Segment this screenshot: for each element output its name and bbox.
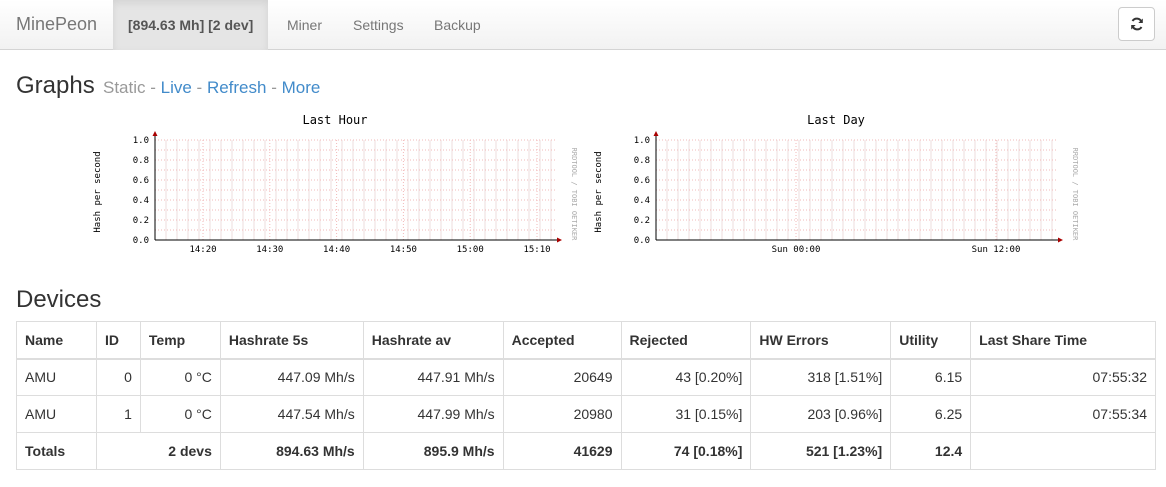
graph-link-refresh[interactable]: Refresh: [207, 78, 267, 97]
table-cell: 0: [95, 358, 141, 396]
navbar: MinePeon [894.63 Mh] [2 dev] Miner Setti…: [0, 0, 1166, 50]
table-cell: 447.09 Mh/s: [219, 358, 364, 396]
x-tick-label: 14:20: [189, 245, 216, 255]
y-tick-label: 0.6: [133, 176, 149, 186]
table-cell: 6.15: [890, 358, 972, 396]
graph-links: Static - Live - Refresh - More: [103, 78, 320, 98]
y-tick-label: 0.8: [634, 156, 650, 166]
y-axis-label: Hash per second: [594, 151, 604, 232]
chart-last-hour: Last Hour Hash per second RRDTOOL / TOBI O…: [93, 113, 578, 255]
totals-cell: 74 [0.18%]: [620, 432, 752, 470]
graph-last-day: Last Day Hash per second RRDTOOL / TOBI OE…: [589, 108, 1089, 261]
separator: -: [191, 78, 207, 97]
chart-last-day: Last Day Hash per second RRDTOOL / TOBI OE…: [594, 113, 1079, 255]
x-tick-label: 15:10: [523, 245, 550, 255]
totals-cell: 894.63 Mh/s: [219, 432, 364, 470]
totals-row: Totals 2 devs 894.63 Mh/s 895.9 Mh/s 41629 74…: [16, 432, 1156, 470]
table-cell: 447.91 Mh/s: [362, 358, 504, 396]
y-tick-label: 1.0: [634, 136, 650, 146]
brand[interactable]: MinePeon: [16, 14, 97, 35]
y-tick-label: 0.2: [634, 216, 650, 226]
x-tick-label: 15:00: [457, 245, 484, 255]
graphs-heading: Graphs: [16, 72, 95, 99]
table-row: AMU 0 0 °C 447.09 Mh/s 447.91 Mh/s 20649 43 [0…: [16, 358, 1156, 396]
column-header: Hashrate 5s: [219, 321, 364, 360]
table-cell: 07:55:32: [970, 358, 1156, 396]
y-tick-label: 0.0: [634, 236, 650, 246]
nav-miner[interactable]: Miner: [272, 0, 337, 50]
separator: -: [145, 78, 161, 97]
column-header: Name: [16, 321, 97, 360]
y-tick-label: 0.0: [133, 236, 149, 246]
separator: -: [266, 78, 282, 97]
y-tick-label: 0.2: [133, 216, 149, 226]
y-tick-label: 1.0: [133, 136, 149, 146]
table-cell: 6.25: [890, 395, 972, 433]
table-cell: 31 [0.15%]: [620, 395, 752, 433]
refresh-icon: [1130, 17, 1143, 31]
table-cell: 1: [95, 395, 141, 433]
table-cell: 20980: [502, 395, 622, 433]
chart-title: Last Day: [807, 113, 865, 127]
devices-heading: Devices: [16, 286, 102, 313]
x-axis-arrow: [557, 237, 562, 243]
table-cell: AMU: [16, 358, 97, 396]
graph-last-hour: Last Hour Hash per second RRDTOOL / TOBI O…: [88, 108, 588, 261]
totals-cell: Totals: [16, 432, 97, 470]
y-axis-arrow: [653, 131, 659, 136]
chart-title: Last Hour: [302, 113, 367, 127]
totals-cell: [970, 432, 1156, 470]
totals-cell: 41629: [502, 432, 622, 470]
table-cell: 0 °C: [139, 358, 221, 396]
nav-backup[interactable]: Backup: [419, 0, 496, 50]
column-header: HW Errors: [750, 321, 892, 360]
totals-cell: 521 [1.23%]: [750, 432, 892, 470]
y-tick-label: 0.4: [634, 196, 650, 206]
totals-cell: 895.9 Mh/s: [362, 432, 504, 470]
devices-table: Name ID Temp Hashrate 5s Hashrate av Accepted…: [16, 321, 1156, 470]
y-tick-label: 0.8: [133, 156, 149, 166]
nav-settings[interactable]: Settings: [338, 0, 419, 50]
table-cell: 447.99 Mh/s: [362, 395, 504, 433]
x-tick-label: 14:40: [323, 245, 350, 255]
nav-status[interactable]: [894.63 Mh] [2 dev]: [113, 0, 269, 50]
graph-link-static: Static: [103, 78, 146, 97]
column-header: Rejected: [620, 321, 752, 360]
table-cell: 0 °C: [139, 395, 221, 433]
column-header: Accepted: [502, 321, 622, 360]
y-axis-arrow: [152, 131, 158, 136]
table-cell: 318 [1.51%]: [750, 358, 892, 396]
column-header: Hashrate av: [362, 321, 504, 360]
table-cell: 20649: [502, 358, 622, 396]
table-header-row: Name ID Temp Hashrate 5s Hashrate av Accepted…: [16, 321, 1156, 360]
column-header: ID: [95, 321, 141, 360]
x-tick-label: Sun 00:00: [772, 245, 821, 255]
watermark: RRDTOOL / TOBI OETIKER: [570, 148, 578, 242]
x-axis-arrow: [1058, 237, 1063, 243]
graph-link-more[interactable]: More: [282, 78, 321, 97]
column-header: Temp: [139, 321, 221, 360]
x-tick-label: Sun 12:00: [972, 245, 1021, 255]
table-cell: 203 [0.96%]: [750, 395, 892, 433]
x-tick-label: 14:50: [390, 245, 417, 255]
x-tick-label: 14:30: [256, 245, 283, 255]
column-header: Last Share Time: [970, 321, 1156, 360]
totals-cell: 2 devs: [95, 432, 221, 470]
table-cell: AMU: [16, 395, 97, 433]
table-cell: 43 [0.20%]: [620, 358, 752, 396]
table-row: AMU 1 0 °C 447.54 Mh/s 447.99 Mh/s 20980 31 [0…: [16, 395, 1156, 433]
y-axis-label: Hash per second: [93, 151, 103, 232]
y-tick-label: 0.6: [634, 176, 650, 186]
graph-link-live[interactable]: Live: [161, 78, 192, 97]
column-header: Utility: [890, 321, 972, 360]
totals-cell: 12.4: [890, 432, 972, 470]
table-cell: 447.54 Mh/s: [219, 395, 364, 433]
watermark: RRDTOOL / TOBI OETIKER: [1071, 148, 1079, 242]
y-tick-label: 0.4: [133, 196, 149, 206]
table-cell: 07:55:34: [970, 395, 1156, 433]
refresh-button[interactable]: [1118, 7, 1155, 41]
